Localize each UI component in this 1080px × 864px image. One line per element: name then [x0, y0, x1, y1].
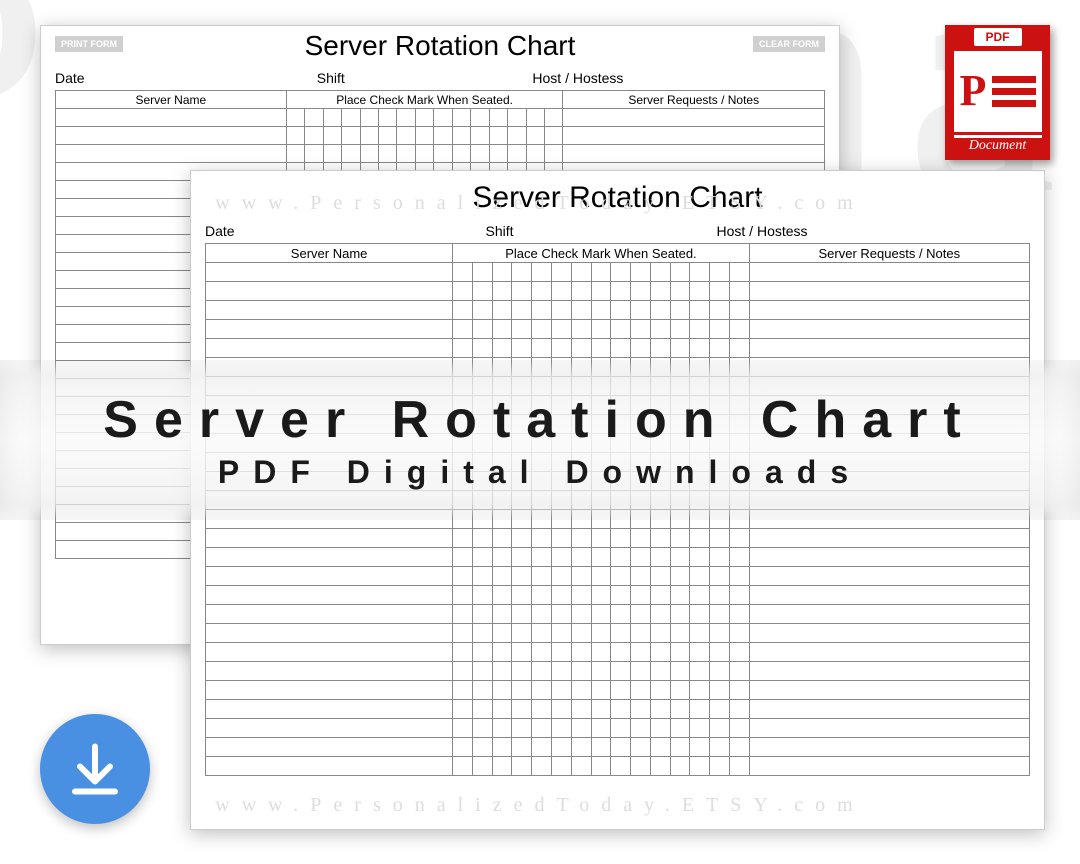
table-row — [206, 491, 1030, 510]
pdf-lines-icon — [992, 76, 1035, 107]
meta-host-label: Host / Hostess — [532, 70, 825, 86]
chart-meta-row: Date Shift Host / Hostess — [205, 223, 1030, 239]
table-row — [206, 415, 1030, 434]
table-row — [206, 662, 1030, 681]
print-form-button[interactable]: PRINT FORM — [55, 36, 123, 52]
chart-front: Server Rotation Chart Date Shift Host / … — [190, 170, 1045, 830]
table-row — [206, 453, 1030, 472]
table-row — [206, 472, 1030, 491]
meta-shift-label: Shift — [486, 223, 717, 239]
table-row — [206, 586, 1030, 605]
pdf-document-label: Document — [969, 138, 1027, 154]
table-row — [206, 700, 1030, 719]
table-row — [206, 529, 1030, 548]
chart-title: Server Rotation Chart — [55, 30, 825, 62]
table-row — [56, 109, 825, 127]
table-row — [56, 127, 825, 145]
rotation-table: Server NamePlace Check Mark When Seated.… — [205, 243, 1030, 776]
header-server-name: Server Name — [206, 244, 453, 263]
clear-form-button[interactable]: CLEAR FORM — [753, 36, 825, 52]
header-check: Place Check Mark When Seated. — [453, 244, 749, 263]
header-server-name: Server Name — [56, 91, 287, 109]
meta-shift-label: Shift — [317, 70, 533, 86]
meta-date-label: Date — [55, 70, 317, 86]
table-row — [206, 624, 1030, 643]
table-row — [206, 548, 1030, 567]
table-row — [206, 358, 1030, 377]
table-row — [206, 434, 1030, 453]
chart-meta-row: Date Shift Host / Hostess — [55, 70, 825, 86]
table-row — [206, 567, 1030, 586]
table-row — [206, 339, 1030, 358]
table-row — [206, 738, 1030, 757]
table-row — [206, 757, 1030, 776]
table-row — [206, 301, 1030, 320]
table-row — [206, 719, 1030, 738]
table-row — [206, 396, 1030, 415]
meta-host-label: Host / Hostess — [717, 223, 1031, 239]
table-row — [206, 377, 1030, 396]
pdf-badge: PDF P Document — [945, 25, 1050, 160]
url-watermark-bottom: www.PersonalizedToday.ETSY.com — [215, 794, 864, 817]
table-row — [206, 320, 1030, 339]
header-check: Place Check Mark When Seated. — [286, 91, 563, 109]
pdf-tab-label: PDF — [974, 28, 1022, 46]
header-notes: Server Requests / Notes — [749, 244, 1029, 263]
table-row — [56, 145, 825, 163]
table-row — [206, 282, 1030, 301]
table-row — [206, 643, 1030, 662]
table-row — [206, 510, 1030, 529]
table-row — [206, 681, 1030, 700]
table-row — [206, 605, 1030, 624]
download-icon[interactable] — [40, 714, 150, 824]
meta-date-label: Date — [205, 223, 486, 239]
url-watermark-top: www.PersonalizedToday.ETSY.com — [215, 192, 864, 215]
table-row — [206, 263, 1030, 282]
header-notes: Server Requests / Notes — [563, 91, 825, 109]
pdf-letter: P — [960, 69, 987, 113]
